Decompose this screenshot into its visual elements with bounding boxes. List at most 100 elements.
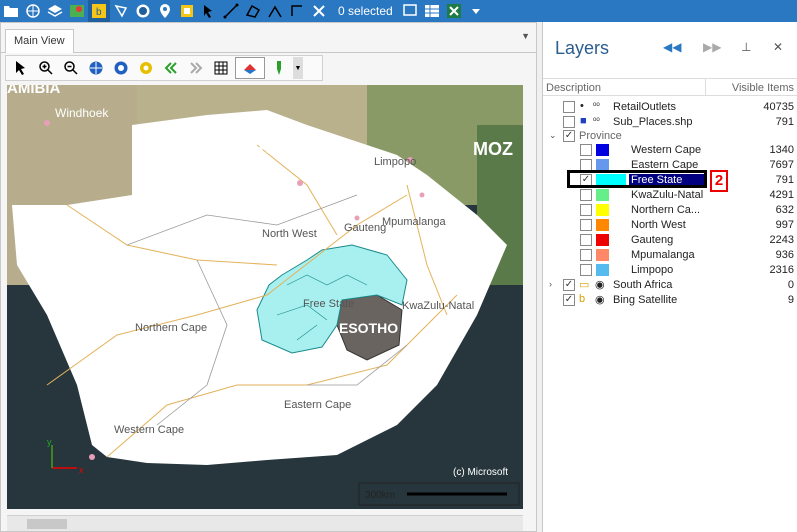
visibility-checkbox[interactable]: ✓ [563, 294, 575, 306]
previous-extent-icon[interactable] [160, 57, 182, 79]
excel-icon[interactable] [443, 0, 465, 22]
visibility-checkbox[interactable] [580, 204, 592, 216]
globe-gear-icon[interactable] [22, 0, 44, 22]
zoom-in-icon[interactable] [35, 57, 57, 79]
label-moz: MOZ [473, 139, 513, 159]
axis-y-label: y [47, 437, 52, 447]
layer-row-north-west[interactable]: North West 997 [543, 218, 797, 233]
layers-icon[interactable] [44, 0, 66, 22]
pin-marker-icon[interactable] [268, 57, 290, 79]
visibility-checkbox[interactable] [580, 189, 592, 201]
collapse-left-icon[interactable]: ◀◀ [663, 40, 681, 54]
pointer-icon[interactable] [10, 57, 32, 79]
map-toolbar: ▼ [5, 55, 323, 81]
scrollbar-thumb[interactable] [27, 519, 67, 529]
layer-row-limpopo[interactable]: Limpopo 2316 [543, 263, 797, 278]
pin-icon[interactable]: ⊥ [741, 40, 751, 54]
svg-text:b: b [96, 7, 102, 18]
label-northern-cape: Northern Cape [135, 322, 207, 334]
layers-panel: Layers ◀◀ ▶▶ ⊥ ✕ Description Visible Ite… [542, 22, 797, 532]
col-description: Description [546, 82, 602, 94]
layer-row-province-group[interactable]: ⌄ ✓ Province [543, 129, 797, 144]
label-north-west: North West [262, 228, 317, 240]
grid-icon[interactable] [210, 57, 232, 79]
expand-right-icon[interactable]: ▶▶ [703, 40, 721, 54]
label-botswana: BOTSWANA [165, 137, 270, 157]
visibility-checkbox[interactable] [580, 219, 592, 231]
polygon-layer-icon: ■ [580, 115, 587, 127]
full-extent-icon[interactable] [85, 57, 107, 79]
chevron-down-icon[interactable]: ▼ [521, 31, 530, 41]
zoom-out-icon[interactable] [60, 57, 82, 79]
eye-icon[interactable]: ◉ [595, 278, 605, 291]
edit-select-icon[interactable] [286, 0, 308, 22]
bing-icon[interactable]: b [88, 0, 110, 22]
label-gauteng: Gauteng [344, 222, 386, 234]
layer-row-gauteng[interactable]: Gauteng 2243 [543, 233, 797, 248]
visibility-checkbox[interactable]: ✓ [563, 279, 575, 291]
map-canvas[interactable]: Windhoek AMIBIA BOTSWANA MOZ Limpopo Gab… [7, 85, 523, 509]
chevron-down-icon[interactable]: ⌄ [549, 130, 557, 141]
line-select-icon[interactable] [220, 0, 242, 22]
label-gab: Gab [307, 168, 328, 180]
horizontal-scrollbar[interactable] [7, 515, 523, 531]
dropdown-icon[interactable] [465, 0, 487, 22]
eye-icon[interactable]: ◉ [595, 293, 605, 306]
main-view-pane: Main View ▼ ▼ Windhoek AMIBIA BOTSWANA M… [0, 22, 537, 532]
bing-icon: b [579, 293, 586, 305]
color-swatch [596, 189, 609, 201]
layer-row-retail-outlets[interactable]: • ᵒᵒ RetailOutlets 40735 [543, 100, 797, 115]
toolbar-overflow-icon[interactable]: ▼ [293, 57, 303, 79]
label-free-state: Free State [303, 298, 354, 310]
visibility-checkbox[interactable] [580, 249, 592, 261]
zoom-layer-icon[interactable] [110, 57, 132, 79]
label-mpumalanga: Mpumalanga [382, 216, 446, 228]
layer-row-kwazulu-natal[interactable]: KwaZulu-Natal 4291 [543, 188, 797, 203]
tab-main-view[interactable]: Main View [5, 29, 74, 53]
visibility-checkbox[interactable] [580, 264, 592, 276]
column-divider[interactable] [705, 79, 706, 96]
main-toolbar: b 0 selected [0, 0, 797, 22]
layer-row-western-cape[interactable]: Western Cape 1340 [543, 143, 797, 158]
settings-gear-icon[interactable] [135, 57, 157, 79]
tab-strip: Main View ▼ [1, 23, 536, 53]
close-icon[interactable]: ✕ [773, 40, 783, 54]
eye-icon[interactable]: ᵒᵒ [593, 100, 600, 110]
pointer-select-icon[interactable] [198, 0, 220, 22]
map-pin-color-icon[interactable] [66, 0, 88, 22]
visibility-checkbox[interactable]: ✓ [563, 130, 575, 142]
globe-icon[interactable] [132, 0, 154, 22]
visibility-checkbox[interactable] [580, 234, 592, 246]
label-western-cape: Western Cape [114, 424, 184, 436]
eye-icon[interactable]: ᵒᵒ [593, 115, 600, 125]
selection-count: 0 selected [338, 4, 393, 18]
node-select-icon[interactable] [264, 0, 286, 22]
poly-select-icon[interactable] [242, 0, 264, 22]
point-layer-icon: • [580, 100, 584, 112]
chevron-right-icon[interactable]: › [549, 279, 552, 289]
select-box-icon[interactable] [176, 0, 198, 22]
layer-row-south-africa[interactable]: › ✓ ▭ ◉ South Africa 0 [543, 278, 797, 293]
layer-row-bing-satellite[interactable]: ✓ b ◉ Bing Satellite 9 [543, 293, 797, 308]
label-scale: 300km [365, 490, 395, 501]
color-swatch [596, 204, 609, 216]
label-amibia: AMIBIA [7, 85, 60, 97]
zoom-to-selected-icon[interactable] [399, 0, 421, 22]
visibility-checkbox[interactable] [563, 101, 575, 113]
panel-title: Layers [555, 38, 610, 58]
color-theme-dropdown[interactable] [235, 57, 265, 79]
layer-row-mpumalanga[interactable]: Mpumalanga 936 [543, 248, 797, 263]
layer-row-sub-places[interactable]: ■ ᵒᵒ Sub_Places.shp 791 [543, 115, 797, 130]
layer-row-northern-cape[interactable]: Northern Ca... 632 [543, 203, 797, 218]
next-extent-icon[interactable] [185, 57, 207, 79]
table-icon[interactable] [421, 0, 443, 22]
color-swatch [596, 234, 609, 246]
shape-icon[interactable] [110, 0, 132, 22]
location-pin-icon[interactable] [154, 0, 176, 22]
visibility-checkbox[interactable] [580, 144, 592, 156]
visibility-checkbox[interactable] [563, 116, 575, 128]
label-eastern-cape: Eastern Cape [284, 399, 351, 411]
folder-icon[interactable] [0, 0, 22, 22]
layers-column-header: Description Visible Items [543, 78, 797, 96]
clear-selection-icon[interactable] [308, 0, 330, 22]
